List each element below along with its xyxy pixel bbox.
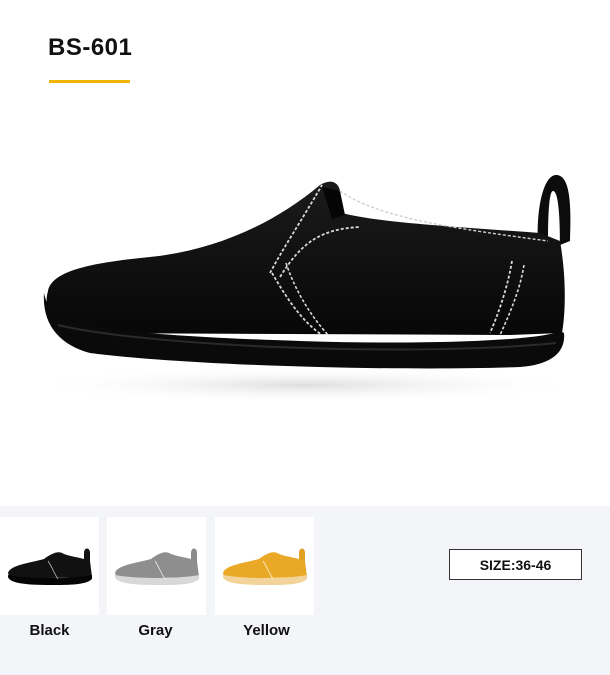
size-range-badge: SIZE:36-46 <box>449 549 582 580</box>
variant-swatch-black[interactable] <box>0 517 99 615</box>
variant-label-black: Black <box>29 622 70 639</box>
variant-panel: Black Gray Yellow SIZE:36-46 <box>0 506 610 675</box>
yellow-shoe-thumbnail <box>223 548 307 585</box>
variant-swatch-gray[interactable] <box>107 517 206 615</box>
gray-shoe-thumbnail <box>115 548 199 585</box>
variant-label-yellow: Yellow <box>243 622 290 639</box>
hero-product-image <box>0 95 610 505</box>
title-underline <box>49 80 130 83</box>
variant-label-gray: Gray <box>138 622 173 639</box>
product-title: BS-601 <box>48 34 133 61</box>
black-shoe-thumbnail <box>8 548 92 585</box>
variant-swatch-yellow[interactable] <box>215 517 314 615</box>
